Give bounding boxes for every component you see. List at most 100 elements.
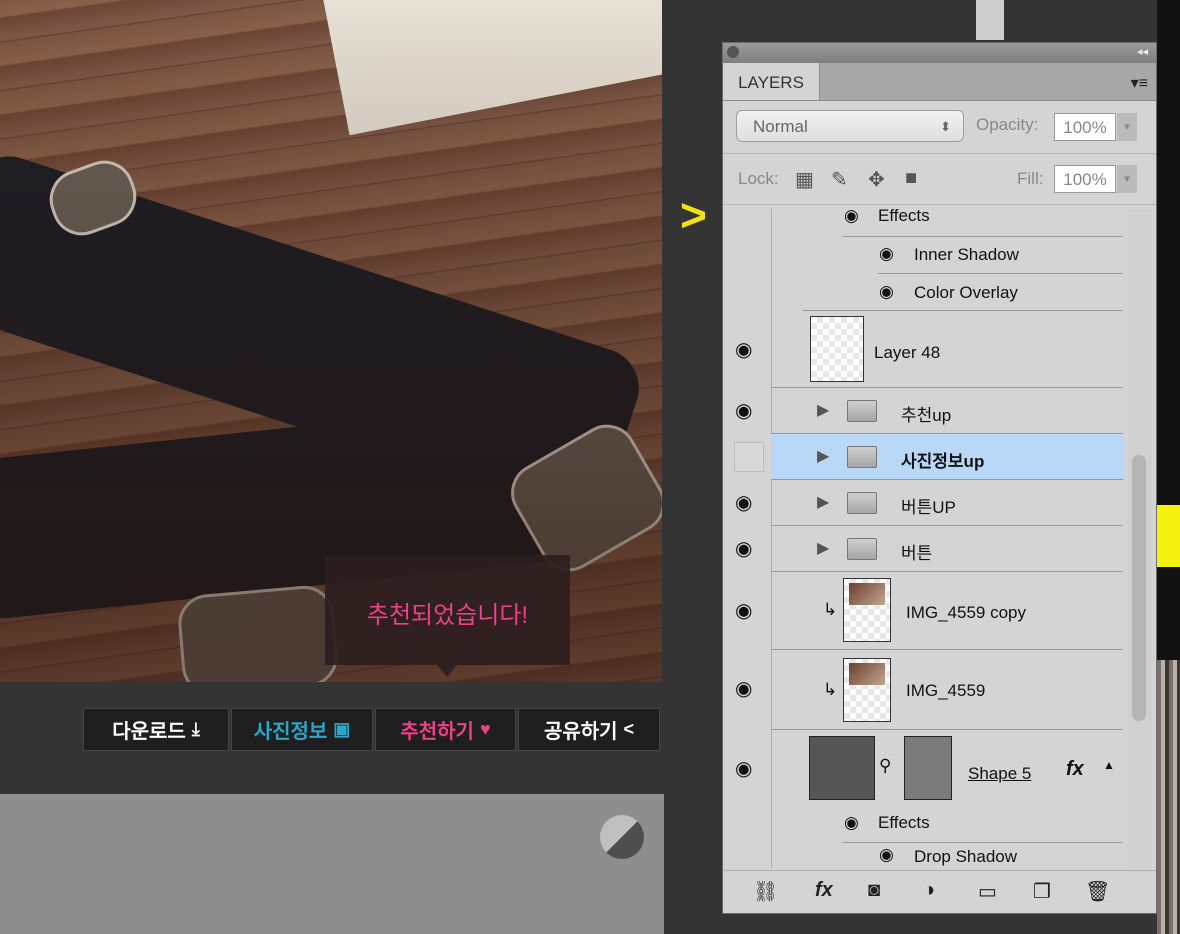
new-group-icon[interactable]: ▭ (978, 879, 997, 904)
opacity-dropdown-icon[interactable]: ▾ (1117, 113, 1137, 141)
expand-triangle-icon[interactable]: ▶ (817, 446, 829, 466)
panel-titlebar[interactable]: ◂◂ (723, 43, 1156, 63)
layer-name: Drop Shadow (914, 847, 1018, 866)
lock-transparency-icon[interactable]: ▦ (795, 167, 814, 192)
mask-thumbnail (904, 736, 952, 800)
expand-triangle-icon[interactable]: ▶ (817, 538, 829, 558)
layer-thumbnail (810, 316, 864, 382)
panel-tab-row: LAYERS ▾≡ (723, 63, 1156, 101)
layer-row-group-selected[interactable]: ▶ 사진정보up (771, 434, 1123, 479)
layer-thumbnail (843, 578, 891, 642)
eye-icon[interactable]: ◉ (735, 598, 752, 623)
layer-row-img-copy[interactable]: ◉ ↳ IMG_4559 copy (723, 572, 1123, 648)
eye-icon[interactable]: ◉ (735, 536, 752, 561)
trash-icon[interactable]: 🗑 (1085, 879, 1110, 904)
eye-icon[interactable]: ◉ (879, 244, 894, 264)
photo-info-button[interactable]: 사진정보 ▣ (231, 708, 373, 751)
adjustment-layer-icon[interactable]: ◑ (923, 879, 935, 902)
folder-icon (847, 446, 877, 468)
layer-name: Shape 5 (968, 764, 1032, 783)
layer-name: IMG_4559 (906, 681, 986, 700)
eye-icon[interactable]: ◉ (844, 209, 859, 226)
layers-panel: ◂◂ LAYERS ▾≡ Normal ⬍ Opacity: 100% ▾ Lo… (722, 42, 1157, 914)
chevron-right-icon[interactable]: > (680, 188, 707, 242)
eye-icon[interactable]: ◉ (879, 845, 894, 865)
eye-icon[interactable]: ◉ (735, 337, 752, 362)
eye-icon[interactable]: ◉ (735, 398, 752, 423)
blend-mode-value: Normal (753, 117, 808, 136)
layer-row-shape-5[interactable]: ◉ ⚲ Shape 5 fx ▲ (723, 730, 1123, 806)
eye-icon[interactable]: ◉ (735, 676, 752, 701)
fill-label: Fill: (1017, 169, 1044, 188)
layer-row-effects[interactable]: ◉ Effects (723, 808, 1123, 842)
eye-icon[interactable]: ◉ (735, 490, 752, 515)
opacity-field[interactable]: 100% (1054, 113, 1116, 141)
heart-icon: ♥ (479, 719, 491, 739)
scrollbar-thumb[interactable] (1132, 455, 1146, 721)
background-bar (976, 0, 1004, 40)
eye-icon[interactable]: ◉ (879, 282, 894, 302)
layer-row-group[interactable]: ◉ ▶ 버튼 (723, 526, 1123, 571)
row-divider (878, 273, 1123, 274)
expand-triangle-icon[interactable]: ▶ (817, 492, 829, 512)
layer-row-layer-48[interactable]: ◉ Layer 48 (723, 311, 1123, 387)
lock-label: Lock: (738, 169, 779, 188)
layer-name: Effects (878, 209, 930, 225)
download-label: 다운로드 (112, 721, 186, 743)
recommend-button[interactable]: 추천하기 ♥ (375, 708, 516, 751)
new-layer-icon[interactable]: ❐ (1033, 879, 1051, 904)
close-icon[interactable] (727, 46, 739, 58)
layer-row-color-overlay[interactable]: ◉ Color Overlay (723, 275, 1123, 311)
layer-name: 버튼UP (901, 498, 956, 517)
layer-row-group[interactable]: ◉ ▶ 추천up (723, 388, 1123, 433)
fx-icon[interactable]: fx (1066, 758, 1084, 781)
recommend-label: 추천하기 (400, 721, 474, 743)
add-mask-icon[interactable]: ◙ (868, 879, 880, 902)
eye-icon[interactable]: ◉ (735, 756, 752, 781)
panel-menu-icon[interactable]: ▾≡ (1131, 73, 1148, 93)
add-style-icon[interactable]: fx (815, 879, 833, 902)
expand-triangle-icon[interactable]: ▶ (817, 400, 829, 420)
panel-bottom-bar: ⛓ fx ◙ ◑ ▭ ❐ 🗑 (723, 870, 1156, 913)
layer-row-inner-shadow[interactable]: ◉ Inner Shadow (723, 237, 1123, 275)
layer-name: 버튼 (901, 544, 933, 563)
lock-row: Lock: ▦ ✎ ✥ ■ Fill: 100% ▾ (723, 154, 1156, 205)
shape-thumbnail (809, 736, 875, 800)
lock-brush-icon[interactable]: ✎ (831, 167, 848, 192)
collapse-icon[interactable]: ◂◂ (1137, 45, 1148, 58)
layer-row-effects[interactable]: ◉ Effects (723, 209, 1123, 237)
layer-name: Layer 48 (874, 343, 941, 362)
image-icon: ▣ (333, 719, 351, 739)
link-icon[interactable]: ⚲ (879, 756, 891, 776)
layer-row-group[interactable]: ◉ ▶ 버튼UP (723, 480, 1123, 525)
layer-name: IMG_4559 copy (906, 603, 1027, 622)
blend-mode-select[interactable]: Normal ⬍ (736, 110, 964, 142)
layer-name: Inner Shadow (914, 245, 1019, 264)
share-icon: < (623, 719, 635, 739)
visibility-toggle-off[interactable] (734, 442, 764, 472)
download-button[interactable]: 다운로드 ⤓ (83, 708, 229, 751)
link-layers-icon[interactable]: ⛓ (753, 879, 778, 904)
thumbnail-photo (849, 663, 885, 685)
photo-info-label: 사진정보 (253, 721, 328, 743)
pie-icon (600, 815, 644, 859)
folder-icon (847, 538, 877, 560)
lock-all-icon[interactable]: ■ (905, 167, 917, 190)
fill-dropdown-icon[interactable]: ▾ (1117, 165, 1137, 193)
blend-row: Normal ⬍ Opacity: 100% ▾ (723, 101, 1156, 154)
opacity-label: Opacity: (976, 115, 1039, 134)
background-photo-strip (1157, 660, 1180, 934)
layers-scrollbar[interactable] (1128, 209, 1152, 869)
share-button[interactable]: 공유하기 < (518, 708, 660, 751)
fill-field[interactable]: 100% (1054, 165, 1116, 193)
clip-arrow-icon: ↳ (823, 680, 838, 699)
eye-icon[interactable]: ◉ (844, 813, 859, 833)
updown-arrows-icon: ⬍ (940, 119, 951, 134)
layer-row-drop-shadow[interactable]: ◉ Drop Shadow (723, 843, 1123, 869)
lock-move-icon[interactable]: ✥ (868, 167, 885, 192)
tab-layers[interactable]: LAYERS (723, 63, 820, 100)
collapse-effects-icon[interactable]: ▲ (1103, 758, 1115, 772)
layer-row-img[interactable]: ◉ ↳ IMG_4559 (723, 650, 1123, 728)
photo-action-bar: 다운로드 ⤓ 사진정보 ▣ 추천하기 ♥ 공유하기 < (83, 708, 660, 751)
folder-icon (847, 400, 877, 422)
